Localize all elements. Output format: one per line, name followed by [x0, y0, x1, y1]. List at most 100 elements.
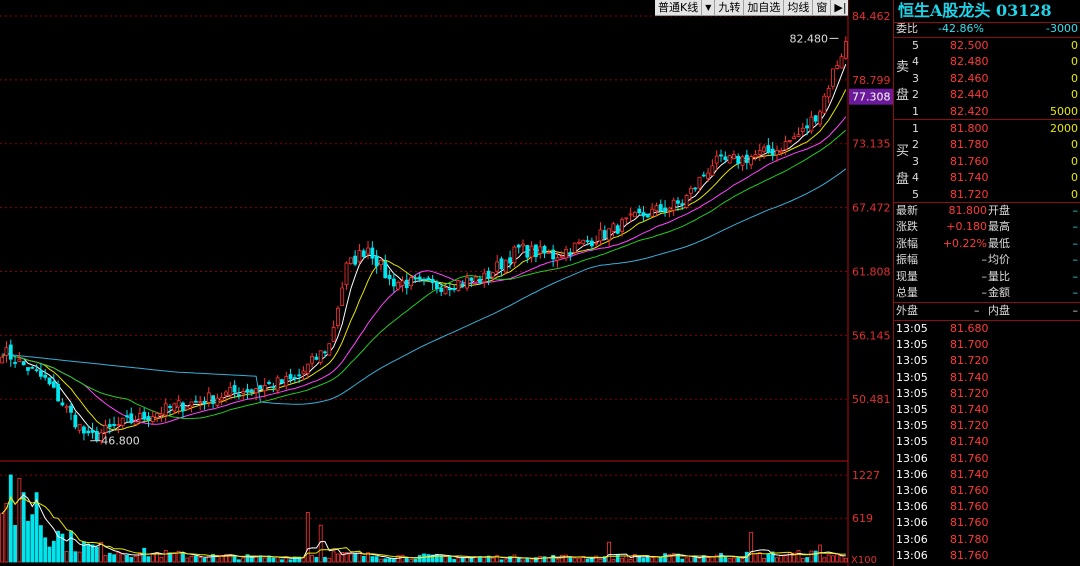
tick-row: 13:05 81.680	[894, 321, 1080, 337]
ask-row[interactable]: 4 82.480 0	[894, 54, 1080, 70]
volume-bar	[809, 550, 814, 563]
volume-bar	[607, 541, 612, 563]
candle-body	[112, 424, 116, 426]
tick-row: 13:05 81.720	[894, 353, 1080, 369]
stat-value: +0.22%	[942, 236, 987, 250]
bid-level: 5	[912, 187, 919, 201]
candle-body	[348, 257, 353, 264]
bid-row[interactable]: 4 81.740 0	[894, 170, 1080, 186]
volume-bar	[521, 559, 525, 563]
tick-time: 13:05	[896, 338, 928, 352]
moving-average-button[interactable]: 均线	[784, 0, 814, 15]
bid-volume: 0	[1071, 187, 1078, 201]
current-price-label: 77.308	[852, 91, 891, 104]
candle-body	[224, 391, 228, 396]
candle-body	[267, 381, 271, 384]
candle-body	[671, 199, 676, 211]
volume-bar	[17, 478, 22, 563]
volume-bar	[262, 557, 267, 563]
candle-body	[56, 383, 61, 402]
stat-label: 最新	[896, 204, 918, 217]
candle-body	[624, 217, 629, 220]
candle-body	[585, 240, 590, 243]
volume-bar	[142, 547, 147, 563]
candle-body	[589, 240, 594, 247]
bid-price: 81.800	[950, 122, 989, 135]
bid-row[interactable]: 1 81.800 2000	[894, 121, 1080, 137]
candle-body	[150, 416, 155, 423]
ask-row[interactable]: 2 82.440 0	[894, 87, 1080, 103]
candle-body	[370, 247, 375, 259]
candle-body	[740, 156, 745, 166]
volume-bar	[314, 556, 319, 563]
volume-bar	[323, 556, 327, 563]
k-line-chart[interactable]: 84.462 78.799 73.135 67.472 61.808 56.145 50.4…	[0, 0, 893, 566]
ask-row[interactable]: 1 82.420 5000	[894, 104, 1080, 120]
candle-body	[43, 374, 48, 378]
tick-price: 81.760	[950, 500, 989, 514]
candle-body	[435, 281, 439, 290]
ask-row[interactable]: 5 82.500 0	[894, 38, 1080, 54]
ask-row[interactable]: 3 82.460 0	[894, 71, 1080, 87]
tick-time: 13:05	[896, 322, 928, 335]
candle-body	[413, 277, 418, 280]
add-watchlist-button[interactable]: 加自选	[744, 0, 785, 15]
candle-body	[387, 274, 392, 280]
volume-bar	[387, 558, 392, 563]
volume-bar	[181, 553, 185, 563]
bid-volume: 0	[1071, 138, 1078, 152]
kline-type-selector[interactable]: 普通K线	[655, 0, 703, 15]
volume-bar	[116, 552, 121, 563]
volume-bar	[202, 557, 207, 563]
volume-bar	[413, 558, 418, 563]
volume-bar	[835, 553, 840, 563]
price-axis-tick: 78.799	[852, 74, 891, 87]
volume-bar	[822, 557, 827, 563]
ask-price: 82.500	[950, 39, 989, 52]
dropdown-arrow-icon[interactable]: ▼	[702, 0, 716, 15]
arrow-right-icon[interactable]: ▶|	[831, 0, 849, 15]
volume-bar	[516, 558, 521, 563]
volume-bar	[732, 557, 736, 563]
candle-body	[783, 141, 788, 150]
candle-body	[13, 362, 17, 364]
volume-bar	[766, 553, 771, 563]
volume-bar	[232, 556, 237, 563]
stat-row: 最新 81.800 开盘 –	[894, 203, 1080, 219]
bid-row[interactable]: 2 81.780 0	[894, 137, 1080, 153]
volume-bar	[73, 551, 78, 563]
candle-body	[417, 276, 422, 280]
candle-body	[69, 405, 73, 413]
stat-row: 现量 – 量比 –	[894, 269, 1080, 285]
candle-body	[400, 280, 405, 286]
volume-bar	[13, 525, 17, 563]
stat-label-2: 最高	[988, 220, 1010, 234]
candle-body	[219, 397, 224, 401]
candle-body	[490, 272, 495, 278]
stat-value: –	[981, 253, 988, 267]
volume-bar	[400, 554, 405, 563]
volume-bar	[94, 546, 99, 563]
volume-bar	[327, 557, 332, 563]
candle-body	[34, 369, 39, 372]
volume-bar	[21, 492, 26, 563]
outer-inner-row: 外盘 – 内盘 –	[894, 303, 1080, 319]
window-button[interactable]: 窗	[813, 0, 832, 15]
price-axis-tick: 50.481	[852, 393, 891, 406]
candle-body	[185, 406, 190, 410]
bid-row[interactable]: 5 81.720 0	[894, 187, 1080, 203]
ask-price: 82.480	[950, 55, 989, 69]
bid-level: 4	[912, 171, 919, 185]
low-label: 46.800	[101, 435, 140, 448]
volume-bar	[348, 553, 353, 563]
candle-body	[297, 374, 302, 377]
candle-body	[813, 115, 818, 122]
candle-body	[0, 356, 5, 364]
tick-row: 13:05 81.720	[894, 418, 1080, 434]
nine-turn-button[interactable]: 九转	[715, 0, 745, 15]
candle-body	[211, 395, 215, 404]
bid-row[interactable]: 3 81.760 0	[894, 154, 1080, 170]
candle-body	[568, 252, 573, 256]
volume-bar	[391, 558, 396, 563]
volume-bar	[120, 553, 125, 563]
